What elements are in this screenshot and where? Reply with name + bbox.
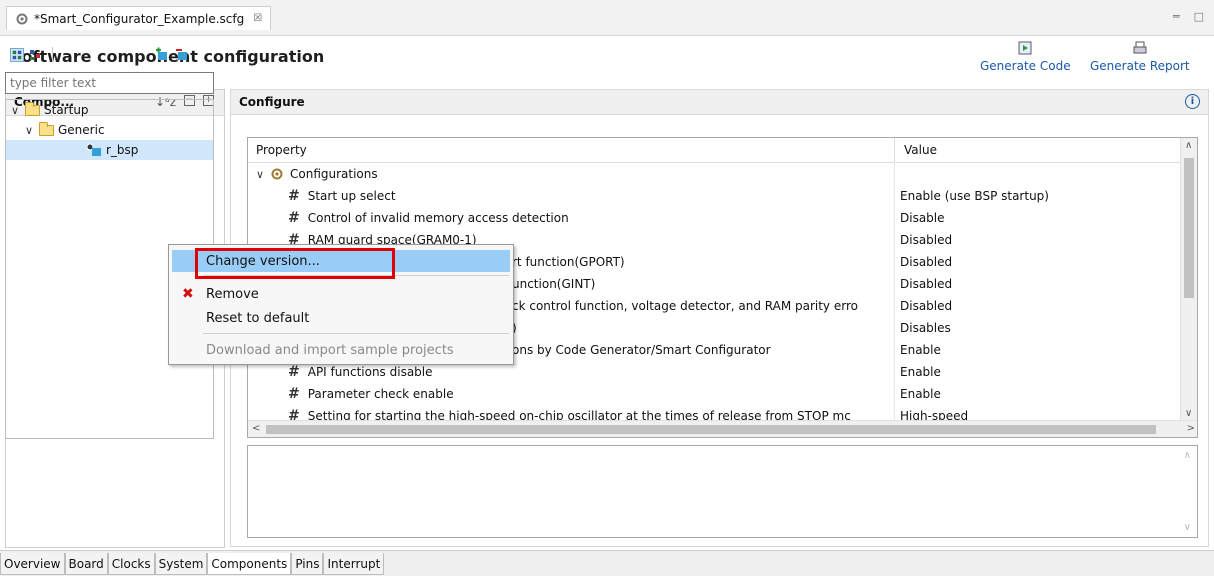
tab-board[interactable]: Board — [64, 553, 108, 575]
hash-icon: # — [288, 386, 300, 402]
info-icon[interactable]: i — [1185, 94, 1200, 109]
chevron-down-icon[interactable]: ∨ — [25, 124, 35, 137]
property-value[interactable]: Enable — [896, 339, 1181, 361]
generate-report-button[interactable]: Generate Report — [1090, 40, 1190, 73]
hash-icon: # — [288, 364, 300, 380]
editor-tab[interactable]: *Smart_Configurator_Example.scfg ☒ — [6, 6, 272, 30]
component-icon — [86, 143, 101, 156]
window-controls: ═ □ — [1173, 10, 1204, 23]
tree-item-r-bsp[interactable]: r_bsp — [6, 140, 213, 160]
scroll-left-icon[interactable]: < — [252, 423, 260, 434]
filter-input[interactable] — [5, 72, 214, 94]
horizontal-scrollbar[interactable]: < > — [248, 420, 1197, 437]
scroll-thumb[interactable] — [1184, 158, 1194, 298]
scroll-down-icon[interactable]: ∨ — [1185, 408, 1192, 419]
chevron-down-icon[interactable]: ∨ — [256, 168, 266, 181]
property-value[interactable]: Enable — [896, 383, 1181, 405]
scroll-up-icon[interactable]: ∧ — [1184, 450, 1191, 461]
table-row-configurations[interactable]: ∨ Configurations — [248, 163, 1181, 185]
menu-item-label: Remove — [206, 286, 259, 302]
property-value[interactable]: Disabled — [896, 295, 1181, 317]
type-view-icon[interactable] — [28, 48, 42, 62]
property-name: ck control function, voltage detector, a… — [512, 299, 858, 313]
property-value[interactable]: Disables — [896, 317, 1181, 339]
menu-item-remove[interactable]: ✖ Remove — [172, 283, 510, 305]
scroll-thumb[interactable] — [266, 425, 1156, 434]
property-value[interactable] — [896, 163, 1181, 185]
menu-item-label: Download and import sample projects — [206, 342, 454, 358]
tab-pins[interactable]: Pins — [291, 553, 324, 575]
tree-item-label: Generic — [58, 123, 105, 137]
menu-separator — [203, 333, 509, 334]
menu-item-label: Reset to default — [206, 310, 310, 326]
table-row[interactable]: # Control of invalid memory access detect… — [248, 207, 1181, 229]
remove-icon: ✖ — [182, 286, 194, 302]
table-row[interactable]: # Start up select Enable (use BSP startup… — [248, 185, 1181, 207]
remove-component-icon[interactable] — [175, 47, 189, 61]
property-value[interactable]: Disable — [896, 207, 1181, 229]
configure-panel-title: Configure — [239, 95, 305, 109]
minimize-icon[interactable]: ═ — [1173, 10, 1180, 23]
close-tab-icon[interactable]: ☒ — [253, 13, 262, 24]
component-view-icon[interactable] — [10, 48, 24, 62]
folder-icon — [25, 101, 40, 116]
hash-icon: # — [288, 188, 300, 204]
tree-item-label: Startup — [44, 103, 89, 117]
description-area[interactable]: ∧ ∨ — [247, 445, 1198, 538]
tab-system[interactable]: System — [154, 553, 208, 575]
editor-tab-bar: *Smart_Configurator_Example.scfg ☒ ═ □ — [0, 0, 1214, 36]
tab-interrupt[interactable]: Interrupt — [323, 553, 385, 575]
property-name: API functions disable — [307, 365, 433, 379]
property-name: unction(GINT) — [512, 277, 596, 291]
generate-code-icon — [1018, 41, 1032, 55]
gear-icon — [16, 13, 28, 24]
column-header-property[interactable]: Property — [248, 138, 895, 163]
generate-report-label: Generate Report — [1090, 59, 1190, 73]
property-name: Configurations — [290, 167, 378, 181]
property-value[interactable]: Enable — [896, 361, 1181, 383]
hash-icon: # — [288, 210, 300, 226]
tab-clocks[interactable]: Clocks — [107, 553, 155, 575]
property-value[interactable]: Disabled — [896, 273, 1181, 295]
generate-code-label: Generate Code — [980, 59, 1071, 73]
scroll-right-icon[interactable]: > — [1187, 423, 1195, 434]
property-value[interactable]: Enable (use BSP startup) — [896, 185, 1181, 207]
property-name: Parameter check enable — [307, 387, 454, 401]
bottom-tab-bar: Overview Board Clocks System Components … — [0, 550, 1214, 576]
tab-components[interactable]: Components — [207, 553, 292, 575]
editor-tab-label: *Smart_Configurator_Example.scfg — [34, 11, 245, 26]
property-name: Control of invalid memory access detecti… — [307, 211, 569, 225]
vertical-scrollbar[interactable]: ∧ ∨ — [1180, 138, 1197, 421]
property-name: ons by Code Generator/Smart Configurator — [512, 343, 771, 357]
generate-code-button[interactable]: Generate Code — [980, 40, 1071, 73]
components-toolbar — [10, 47, 53, 63]
scroll-down-icon[interactable]: ∨ — [1184, 522, 1191, 533]
tab-overview[interactable]: Overview — [0, 553, 65, 575]
chevron-down-icon[interactable]: ∨ — [11, 104, 21, 117]
property-name: Start up select — [307, 189, 396, 203]
tree-item-label: r_bsp — [106, 143, 139, 157]
table-row[interactable]: # Parameter check enable Enable — [248, 383, 1181, 405]
column-header-value[interactable]: Value — [896, 138, 1181, 163]
menu-item-download-samples: Download and import sample projects — [172, 339, 510, 361]
maximize-icon[interactable]: □ — [1194, 10, 1204, 23]
tree-item-startup[interactable]: ∨ Startup — [11, 100, 89, 120]
property-value[interactable]: Disabled — [896, 251, 1181, 273]
highlight-box — [195, 248, 395, 279]
add-component-icon[interactable] — [155, 47, 169, 61]
menu-item-reset-to-default[interactable]: Reset to default — [172, 307, 510, 329]
folder-icon — [39, 121, 54, 136]
scroll-up-icon[interactable]: ∧ — [1185, 140, 1192, 151]
printer-icon — [1133, 41, 1147, 54]
configure-panel-header: Configure i — [230, 89, 1209, 115]
property-value[interactable]: Disabled — [896, 229, 1181, 251]
tree-item-generic[interactable]: ∨ Generic — [25, 120, 105, 140]
property-name: rt function(GPORT) — [512, 255, 625, 269]
gear-icon — [271, 168, 283, 180]
